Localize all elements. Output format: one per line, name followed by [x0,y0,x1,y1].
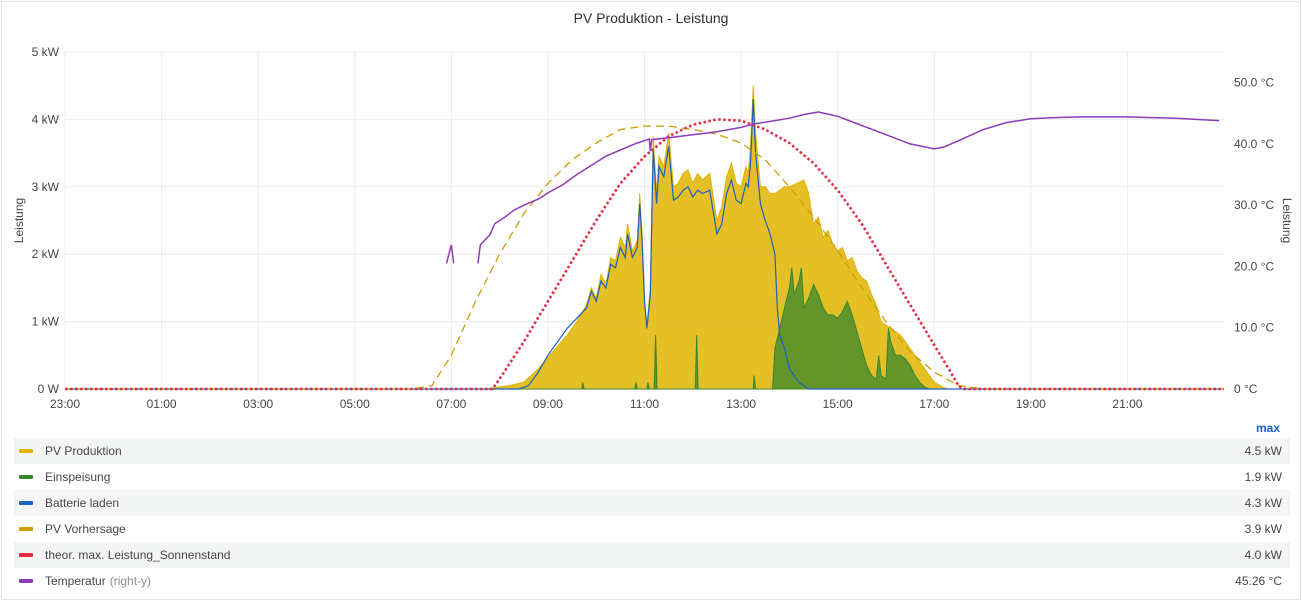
x-tick-label: 13:00 [726,397,756,411]
legend-label: Temperatur (right-y) [45,574,1235,588]
legend-swatch [19,527,33,531]
x-tick-label: 11:00 [630,397,659,411]
y2-tick-label: 50.0 °C [1234,76,1274,90]
legend-item[interactable]: Batterie laden 4.3 kW [14,490,1290,516]
legend-label: Einspeisung [45,470,1245,484]
legend-swatch [19,553,33,557]
x-tick-label: 17:00 [919,397,949,411]
y2-tick-label: 40.0 °C [1234,137,1274,151]
legend-item[interactable]: Temperatur (right-y) 45.26 °C [14,568,1290,594]
x-tick-label: 19:00 [1016,397,1046,411]
legend-max-value: 4.5 kW [1244,444,1282,458]
legend-label-text: PV Produktion [45,444,122,458]
legend-max-value: 45.26 °C [1235,574,1282,588]
legend-item[interactable]: PV Vorhersage 3.9 kW [14,516,1290,542]
legend-swatch [19,579,33,583]
legend-swatch [19,475,33,479]
legend-label: theor. max. Leistung_Sonnenstand [45,548,1245,562]
y-tick-label: 2 kW [32,247,60,261]
legend-label: PV Vorhersage [45,522,1245,536]
legend-max-value: 4.0 kW [1244,548,1282,562]
legend-label: Batterie laden [45,496,1245,510]
x-tick-label: 09:00 [533,397,563,411]
y-tick-label: 4 kW [32,112,60,126]
x-tick-label: 21:00 [1112,397,1142,411]
legend-max-value: 3.9 kW [1244,522,1282,536]
legend-item[interactable]: PV Produktion 4.5 kW [14,438,1290,464]
y2-tick-label: 10.0 °C [1234,321,1274,335]
legend-table: max PV Produktion 4.5 kW Einspeisung 1.9 kW… [14,418,1290,594]
legend-max-value: 1.9 kW [1244,470,1282,484]
legend-label: PV Produktion [45,444,1245,458]
legend-max-header[interactable]: max [14,418,1290,438]
legend-max-value: 4.3 kW [1244,496,1282,510]
legend-swatch [19,449,33,453]
legend-label-text: theor. max. Leistung_Sonnenstand [45,548,231,562]
y-tick-label: 5 kW [32,45,60,59]
x-tick-label: 05:00 [340,397,370,411]
y-tick-label: 3 kW [32,180,60,194]
y2-tick-label: 30.0 °C [1234,198,1274,212]
x-tick-label: 07:00 [436,397,466,411]
legend-axis-note: (right-y) [109,574,152,588]
legend-rows: PV Produktion 4.5 kW Einspeisung 1.9 kW Batt… [14,438,1290,594]
legend-item[interactable]: theor. max. Leistung_Sonnenstand 4.0 kW [14,542,1290,568]
y2-tick-label: 20.0 °C [1234,259,1274,273]
series-temperatur [445,111,1220,264]
legend-label-text: PV Vorhersage [45,522,126,536]
x-tick-label: 15:00 [823,397,853,411]
y-tick-label: 0 W [38,382,60,396]
x-tick-label: 23:00 [50,397,80,411]
legend-item[interactable]: Einspeisung 1.9 kW [14,464,1290,490]
legend-label-text: Temperatur [45,574,106,588]
legend-label-text: Batterie laden [45,496,120,510]
y-axis-label: Leistung [12,198,26,243]
legend-swatch [19,501,33,505]
y2-axis-label: Leistung [1280,198,1294,243]
x-tick-label: 03:00 [243,397,273,411]
y-tick-label: 1 kW [32,315,60,329]
y2-tick-label: 0 °C [1234,382,1258,396]
chart-canvas: 0 W 1 kW 2 kW 3 kW 4 kW 5 kW 0 °C 10.0 °C 20.0 °… [12,45,1294,411]
chart-panel: PV Produktion - Leistung 0 W1 kW 2 kW 3 kW… [1,1,1301,600]
x-tick-label: 01:00 [147,397,177,411]
legend-label-text: Einspeisung [45,470,111,484]
